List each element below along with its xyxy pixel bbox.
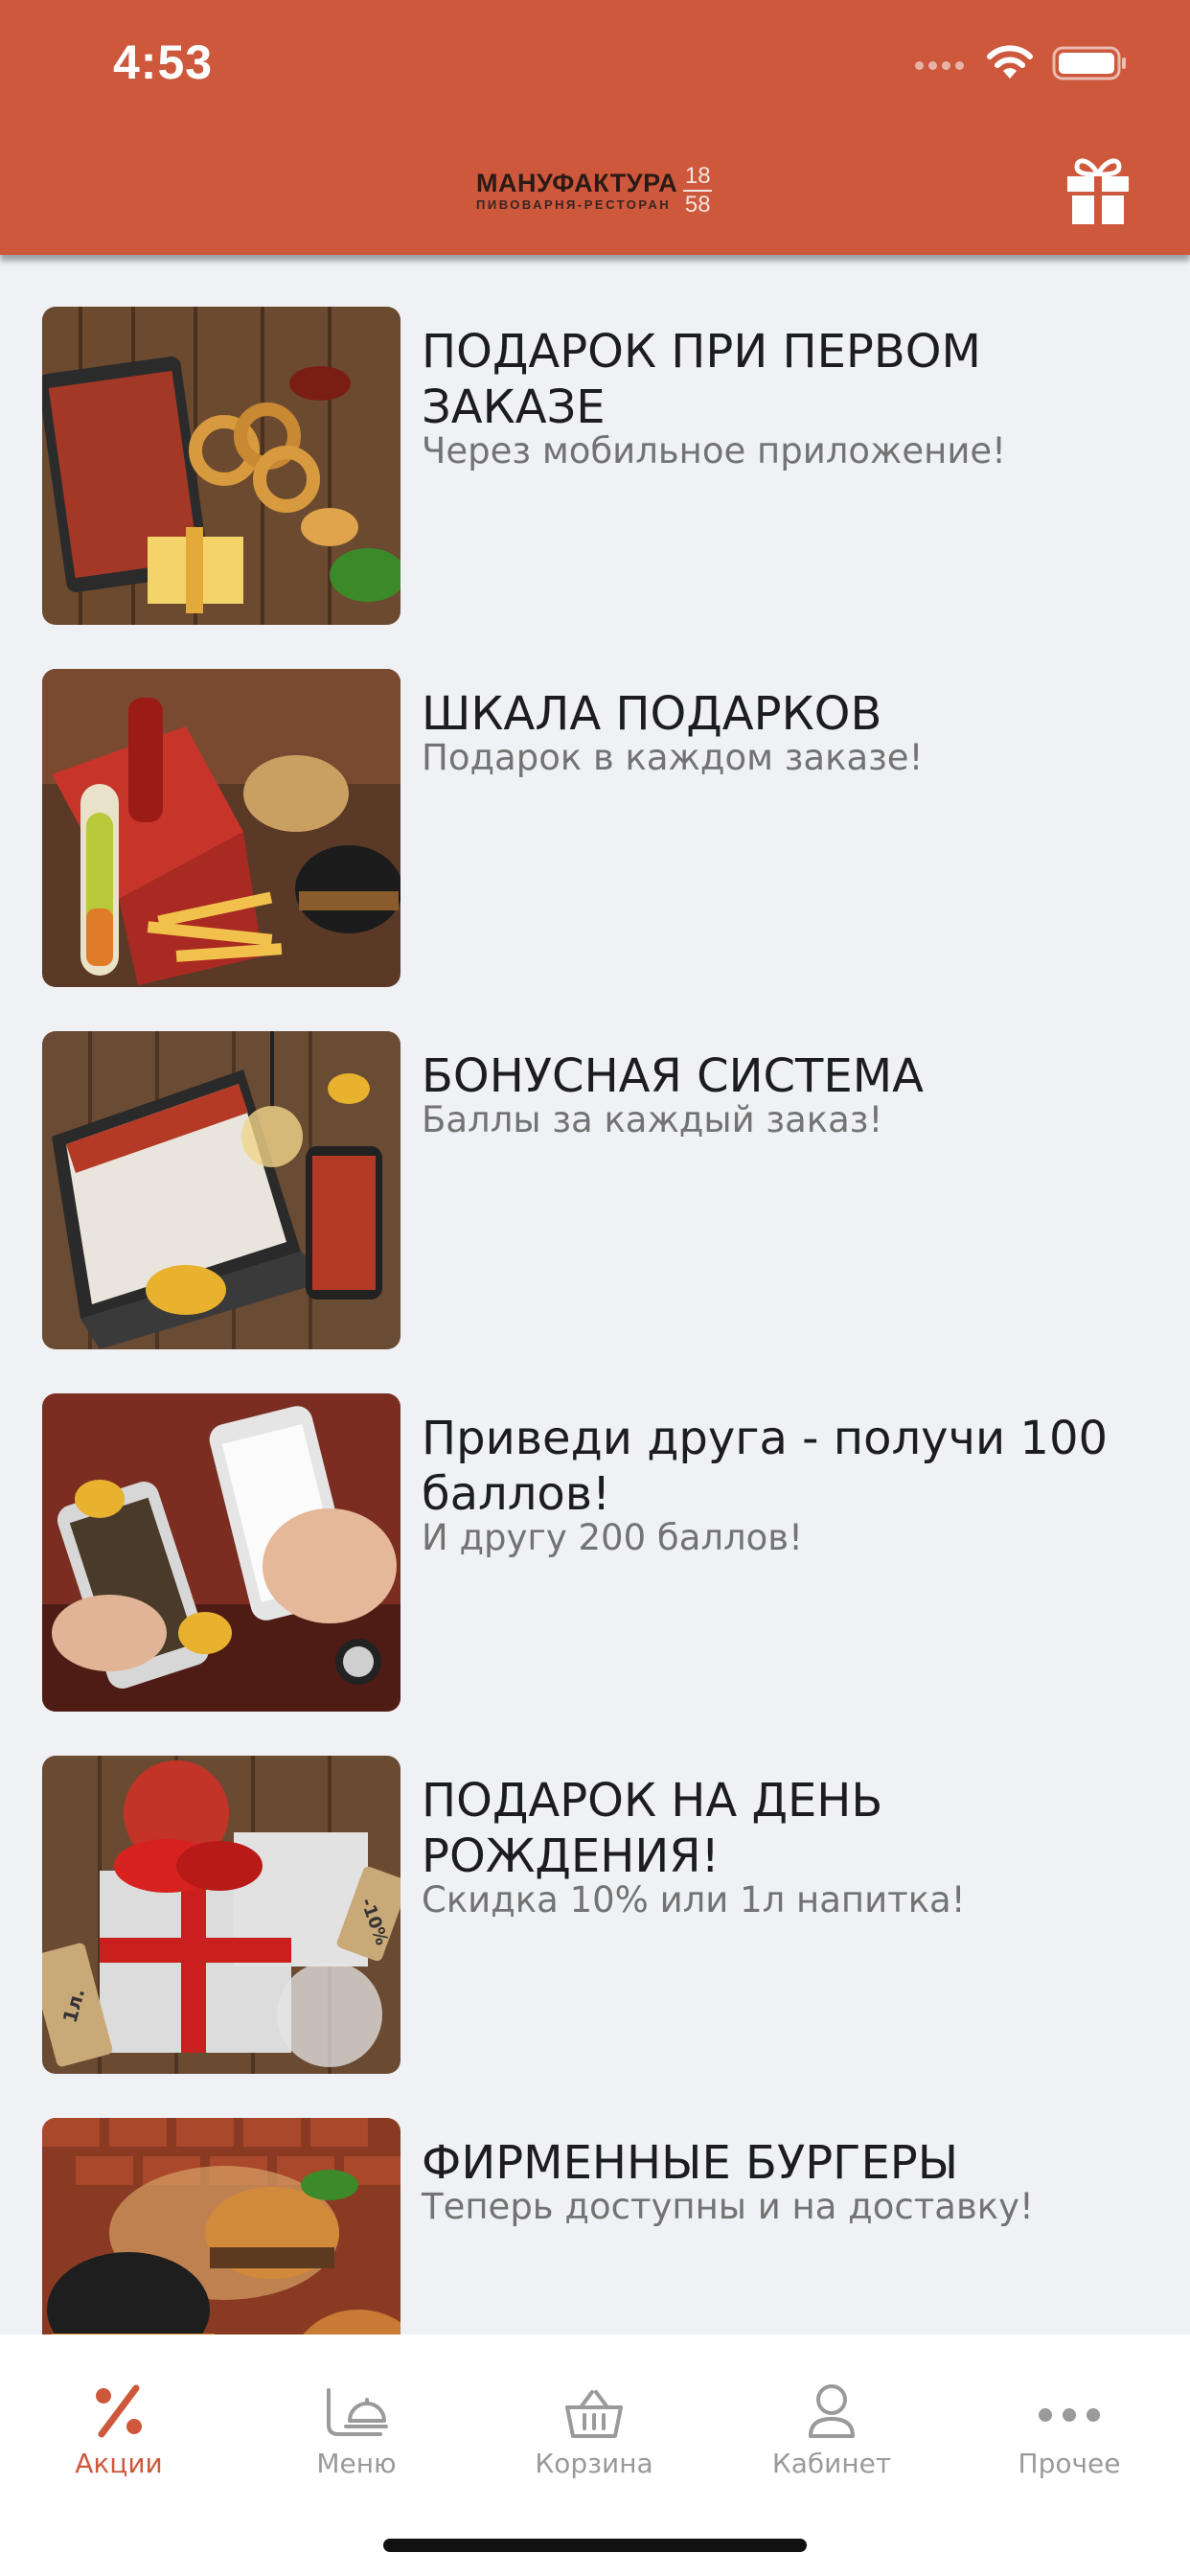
tab-label: Акции [75,2448,163,2479]
promo-title: ФИРМЕННЫЕ БУРГЕРЫ [422,2136,959,2190]
promo-image [42,1031,400,1349]
more-dots-icon [1039,2408,1100,2422]
home-indicator[interactable] [383,2539,807,2552]
menu-cloche-icon [327,2388,388,2436]
promo-title: ШКАЛА ПОДАРКОВ [422,687,882,741]
promo-subtitle: Теперь доступны и на доставку! [422,2186,1034,2227]
logo-name: МАНУФАКТУРА [476,169,678,197]
gift-button[interactable] [1062,153,1134,226]
tab-more[interactable]: Прочее [950,2334,1188,2488]
tab-label: Прочее [1018,2448,1121,2479]
tab-label: Корзина [535,2448,653,2479]
tab-label: Кабинет [771,2448,892,2479]
logo-year-top: 18 [684,163,711,189]
promo-card-signature-burgers[interactable]: ФИРМЕННЫЕ БУРГЕРЫ Теперь доступны и на д… [0,2118,1190,2334]
gift-icon [1067,158,1129,226]
promo-title: Приведи друга - получи 100 баллов! [422,1412,1109,1521]
promo-title: БОНУСНАЯ СИСТЕМА [422,1049,924,1103]
promo-card-birthday-gift[interactable]: -10% 1л. ПОДАРОК НА ДЕНЬ РОЖДЕНИЯ! Скидк… [0,1756,1190,2076]
promo-image [42,669,400,987]
tab-menu[interactable]: Меню [238,2334,475,2488]
restaurant-logo: МАНУФАКТУРА ПИВОВАРНЯ-РЕСТОРАН 18 58 [476,159,716,222]
logo-year-bottom: 58 [684,192,711,218]
tab-account[interactable]: Кабинет [713,2334,950,2488]
wifi-icon [987,45,1033,79]
app-header: 4:53 МАНУФАКТУРА ПИВОВАРНЯ-РЕСТОРАН 18 5… [0,0,1190,255]
promo-subtitle: Через мобильное приложение! [422,430,1006,472]
promo-card-refer-friend[interactable]: Приведи друга - получи 100 баллов! И дру… [0,1393,1190,1714]
promo-list[interactable]: ПОДАРОК ПРИ ПЕРВОМ ЗАКАЗЕ Через мобильно… [0,255,1190,2334]
promo-image [42,1393,400,1712]
promo-card-bonus-system[interactable]: БОНУСНАЯ СИСТЕМА Баллы за каждый заказ! [0,1031,1190,1351]
promo-card-first-order-gift[interactable]: ПОДАРОК ПРИ ПЕРВОМ ЗАКАЗЕ Через мобильно… [0,307,1190,627]
cellular-signal-icon [915,61,964,70]
promo-title: ПОДАРОК НА ДЕНЬ РОЖДЕНИЯ! [422,1774,883,1883]
promo-subtitle: И другу 200 баллов! [422,1517,803,1558]
basket-icon [565,2390,623,2438]
logo-tagline: ПИВОВАРНЯ-РЕСТОРАН [476,197,672,212]
tab-cart[interactable]: Корзина [475,2334,713,2488]
tab-label: Меню [316,2448,397,2479]
promo-card-gift-scale[interactable]: ШКАЛА ПОДАРКОВ Подарок в каждом заказе! [0,669,1190,989]
promo-image: -10% 1л. [42,1756,400,2074]
promo-title: ПОДАРОК ПРИ ПЕРВОМ ЗАКАЗЕ [422,325,981,434]
tab-promotions[interactable]: Акции [0,2334,238,2488]
promo-subtitle: Баллы за каждый заказ! [422,1099,883,1140]
promo-image [42,307,400,625]
promo-subtitle: Подарок в каждом заказе! [422,737,924,778]
status-time: 4:53 [113,35,214,89]
promo-subtitle: Скидка 10% или 1л напитка! [422,1879,966,1920]
percent-icon [96,2384,142,2438]
battery-icon [1052,46,1126,80]
user-icon [809,2384,855,2438]
promo-image [42,2118,400,2334]
